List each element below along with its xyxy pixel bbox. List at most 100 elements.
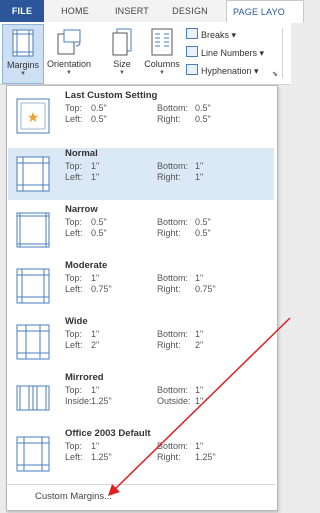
margin-option-narrow[interactable]: Narrow Top: 0.5" Bottom: 0.5" Left: 0.5" Righ… [8, 204, 274, 256]
left-value: 0.5" [91, 228, 107, 238]
chevron-down-icon: ▼ [20, 71, 26, 77]
right-value: 2" [195, 340, 204, 350]
custom-margins-button[interactable]: Custom Margins... [7, 484, 275, 509]
bottom-value: 0.5" [195, 103, 211, 113]
breaks-button[interactable]: Breaks ▾ [186, 28, 236, 41]
left-label: Left: [65, 452, 83, 462]
bottom-value: 1" [195, 329, 204, 339]
right-label: Right: [157, 452, 181, 462]
tab-file[interactable]: FILE [0, 0, 44, 22]
left-value: 1.25" [91, 452, 112, 462]
right-value: 0.5" [195, 228, 211, 238]
line-numbers-icon [186, 46, 198, 57]
top-value: 1" [91, 273, 100, 283]
chevron-down-icon: ▼ [159, 70, 165, 76]
bottom-label: Bottom: [157, 103, 189, 113]
left-value: 0.5" [91, 114, 107, 124]
margin-option-last-custom[interactable]: ★ Last Custom Setting Top: 0.5" Bottom: 0.5… [8, 90, 274, 142]
custom-margins-label: Custom Margins... [35, 491, 113, 502]
size-label: Size [113, 59, 131, 69]
columns-icon [151, 28, 173, 56]
top-value: 0.5" [91, 217, 107, 227]
dialog-launcher-icon[interactable]: ⬊ [272, 70, 278, 78]
wide-margin-icon [16, 324, 50, 360]
group-separator [282, 28, 283, 78]
left-label: Left: [65, 114, 83, 124]
line-numbers-label: Line Numbers [201, 48, 258, 58]
top-value: 1" [91, 161, 100, 171]
top-value: 1" [91, 441, 100, 451]
bottom-value: 1" [195, 385, 204, 395]
top-value: 0.5" [91, 103, 107, 113]
left-label: Left: [65, 284, 83, 294]
outside-value: 1" [195, 396, 204, 406]
top-label: Top: [65, 441, 83, 451]
chevron-down-icon: ▼ [66, 70, 72, 76]
option-name: Wide [65, 316, 88, 327]
tab-insert[interactable]: INSERT [106, 0, 158, 22]
top-label: Top: [65, 273, 83, 283]
right-label: Right: [157, 228, 181, 238]
margin-option-normal[interactable]: Normal Top: 1" Bottom: 1" Left: 1" Right: 1" [8, 148, 274, 200]
line-numbers-button[interactable]: Line Numbers ▾ [186, 46, 264, 59]
normal-margin-icon [16, 156, 50, 192]
option-name: Mirrored [65, 372, 104, 383]
hyphenation-button[interactable]: Hyphenation ▾ [186, 64, 259, 77]
ribbon-page-setup-group: Margins ▼ Orientation ▼ Size ▼ Columns ▼… [0, 22, 291, 85]
mirrored-margin-icon [16, 385, 50, 411]
chevron-down-icon: ▼ [119, 70, 125, 76]
size-button[interactable]: Size ▼ [108, 24, 136, 82]
last-custom-margin-icon: ★ [16, 98, 50, 134]
left-value: 0.75" [91, 284, 112, 294]
tab-design[interactable]: DESIGN [164, 0, 216, 22]
margin-option-wide[interactable]: Wide Top: 1" Bottom: 1" Left: 2" Right: 2" [8, 316, 274, 368]
margin-option-mirrored[interactable]: Mirrored Top: 1" Bottom: 1" Inside: 1.25" Out… [8, 372, 274, 424]
top-label: Top: [65, 161, 83, 171]
moderate-margin-icon [16, 268, 50, 304]
margins-label: Margins [6, 60, 39, 70]
right-label: Right: [157, 172, 181, 182]
columns-label: Columns [144, 59, 180, 69]
bottom-value: 1" [195, 273, 204, 283]
bottom-label: Bottom: [157, 329, 189, 339]
right-label: Right: [157, 284, 181, 294]
tab-page-layout[interactable]: PAGE LAYO [226, 0, 304, 23]
option-name: Moderate [65, 260, 108, 271]
right-value: 0.75" [195, 284, 216, 294]
inside-label: Inside: [65, 396, 92, 406]
bottom-value: 1" [195, 441, 204, 451]
svg-text:★: ★ [27, 110, 40, 126]
left-value: 1" [91, 172, 100, 182]
margins-dropdown-menu: ★ Last Custom Setting Top: 0.5" Bottom: 0.5… [6, 85, 278, 511]
left-value: 2" [91, 340, 100, 350]
option-name: Normal [65, 148, 98, 159]
inside-value: 1.25" [91, 396, 112, 406]
top-value: 1" [91, 385, 100, 395]
page-size-icon [112, 28, 132, 56]
margin-option-moderate[interactable]: Moderate Top: 1" Bottom: 1" Left: 0.75" Right… [8, 260, 274, 312]
margins-button[interactable]: Margins ▼ [2, 24, 44, 84]
top-label: Top: [65, 103, 83, 113]
top-label: Top: [65, 217, 83, 227]
orientation-button[interactable]: Orientation ▼ [45, 24, 93, 82]
office-2003-margin-icon [16, 436, 50, 472]
right-value: 1.25" [195, 452, 216, 462]
columns-button[interactable]: Columns ▼ [142, 24, 182, 82]
bottom-label: Bottom: [157, 217, 189, 227]
bottom-label: Bottom: [157, 441, 189, 451]
tab-home[interactable]: HOME [50, 0, 100, 22]
hyphenation-icon [186, 64, 198, 75]
bottom-value: 1" [195, 161, 204, 171]
orientation-label: Orientation [46, 59, 92, 69]
bottom-label: Bottom: [157, 273, 189, 283]
breaks-label: Breaks [201, 30, 230, 40]
margins-icon [12, 29, 34, 57]
right-value: 1" [195, 172, 204, 182]
orientation-icon [57, 29, 81, 55]
margin-option-office-2003[interactable]: Office 2003 Default Top: 1" Bottom: 1" Left… [8, 428, 274, 480]
right-label: Right: [157, 340, 181, 350]
top-label: Top: [65, 385, 83, 395]
left-label: Left: [65, 172, 83, 182]
option-name: Narrow [65, 204, 98, 215]
right-value: 0.5" [195, 114, 211, 124]
